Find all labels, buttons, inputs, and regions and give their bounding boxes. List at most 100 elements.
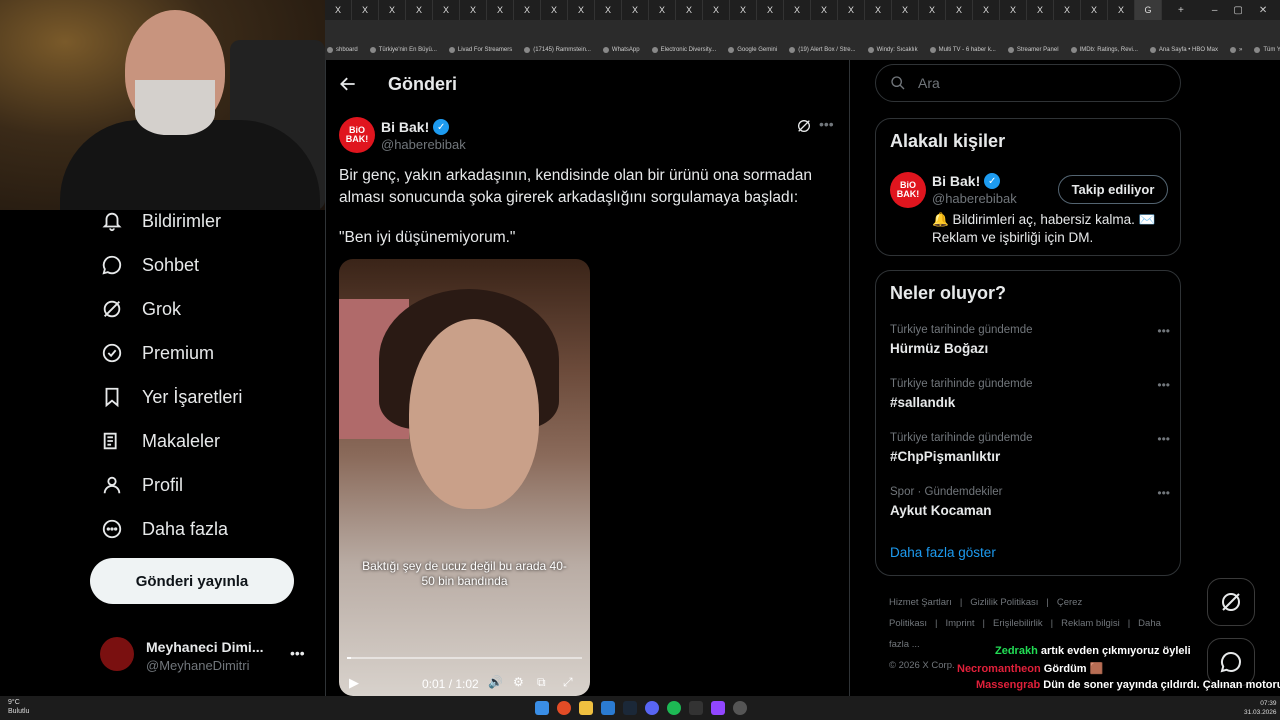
related-person-handle[interactable]: @haberebibak bbox=[932, 191, 1017, 206]
twitch-icon[interactable] bbox=[711, 701, 725, 715]
footer-link[interactable]: Erişilebilirlik bbox=[993, 618, 1043, 629]
discord-icon[interactable] bbox=[645, 701, 659, 715]
bookmark-item[interactable]: (19) Alert Box / Stre... bbox=[789, 47, 856, 53]
search-input[interactable]: Ara bbox=[918, 75, 940, 91]
maximize-button[interactable]: ▢ bbox=[1233, 5, 1242, 16]
related-person-name-text[interactable]: Bi Bak! bbox=[932, 173, 980, 189]
nav-item-bildirimler[interactable]: Bildirimler bbox=[100, 206, 221, 236]
bookmark-item[interactable]: Ana Sayfa • HBO Max bbox=[1149, 47, 1218, 53]
browser-tab[interactable]: X bbox=[838, 0, 865, 20]
bookmark-item[interactable]: Türkiye'nin En Büyü... bbox=[369, 47, 437, 53]
nav-item-premium[interactable]: Premium bbox=[100, 338, 214, 368]
bookmark-item[interactable]: IMDb: Ratings, Revi... bbox=[1070, 47, 1138, 53]
footer-link[interactable]: Gizlilik Politikası bbox=[970, 597, 1038, 608]
related-person-name[interactable]: Bi Bak! ✓ bbox=[932, 173, 1001, 189]
app-icon[interactable] bbox=[601, 701, 615, 715]
bookmark-item[interactable]: Multi TV - 6 haber k... bbox=[929, 47, 996, 53]
footer-link[interactable]: Hizmet Şartları bbox=[889, 597, 952, 608]
nav-item-yer-i̇şaretleri[interactable]: Yer İşaretleri bbox=[100, 382, 242, 412]
trend-item[interactable]: Türkiye tarihinde gündemde #ChpPişmanlık… bbox=[890, 432, 1170, 464]
browser-tab[interactable]: X bbox=[784, 0, 811, 20]
system-clock[interactable]: 07:39 31.03.2026 bbox=[1244, 699, 1277, 717]
browser-tab[interactable]: X bbox=[811, 0, 838, 20]
browser-tab[interactable]: X bbox=[514, 0, 541, 20]
trend-name[interactable]: Aykut Kocaman bbox=[890, 503, 1170, 518]
fullscreen-icon[interactable]: ⤢ bbox=[563, 675, 579, 691]
browser-tab[interactable]: X bbox=[649, 0, 676, 20]
footer-link[interactable]: Reklam bilgisi bbox=[1061, 618, 1120, 629]
browser-tab[interactable]: X bbox=[541, 0, 568, 20]
play-icon[interactable]: ▶ bbox=[349, 675, 359, 691]
nav-item-sohbet[interactable]: Sohbet bbox=[100, 250, 199, 280]
trend-name[interactable]: #sallandık bbox=[890, 395, 1170, 410]
browser-tab[interactable]: X bbox=[595, 0, 622, 20]
tweet-avatar[interactable]: BiO BAK! bbox=[339, 117, 375, 153]
chrome-icon[interactable] bbox=[557, 701, 571, 715]
new-tab-button[interactable]: + bbox=[1178, 5, 1184, 16]
bookmark-item[interactable]: Electronic Diversity... bbox=[651, 47, 716, 53]
bookmark-item[interactable]: Streamer Panel bbox=[1007, 47, 1059, 53]
weather-widget[interactable]: 9°C Bulutlu bbox=[8, 698, 29, 716]
browser-tab[interactable]: X bbox=[892, 0, 919, 20]
bookmark-item[interactable]: Google Gemini bbox=[728, 47, 777, 53]
trend-item[interactable]: Türkiye tarihinde gündemde #sallandık ••… bbox=[890, 378, 1170, 410]
browser-tab[interactable]: X bbox=[865, 0, 892, 20]
browser-tab[interactable]: X bbox=[703, 0, 730, 20]
epic-games-icon[interactable] bbox=[689, 701, 703, 715]
steam-icon[interactable] bbox=[623, 701, 637, 715]
picture-in-picture-icon[interactable]: ⧉ bbox=[537, 675, 553, 691]
back-arrow-icon[interactable] bbox=[338, 74, 358, 94]
browser-tab[interactable]: X bbox=[1027, 0, 1054, 20]
bookmark-item[interactable]: » bbox=[1230, 47, 1242, 53]
browser-tab[interactable]: X bbox=[379, 0, 406, 20]
app-icon[interactable] bbox=[733, 701, 747, 715]
browser-tab[interactable]: X bbox=[757, 0, 784, 20]
minimize-button[interactable]: – bbox=[1212, 5, 1218, 16]
close-button[interactable]: ✕ bbox=[1259, 5, 1267, 16]
browser-tab[interactable]: X bbox=[568, 0, 595, 20]
spotify-icon[interactable] bbox=[667, 701, 681, 715]
tweet-author-handle[interactable]: @haberebibak bbox=[381, 137, 466, 152]
show-more-link[interactable]: Daha fazla göster bbox=[890, 545, 996, 560]
tweet-author-name-text[interactable]: Bi Bak! bbox=[381, 119, 429, 135]
tweet-more-icon[interactable]: ••• bbox=[819, 116, 834, 132]
browser-tab[interactable]: X bbox=[352, 0, 379, 20]
trend-more-icon[interactable]: ••• bbox=[1157, 324, 1170, 338]
nav-item-grok[interactable]: Grok bbox=[100, 294, 181, 324]
browser-tab[interactable]: X bbox=[946, 0, 973, 20]
file-explorer-icon[interactable] bbox=[579, 701, 593, 715]
trend-item[interactable]: Spor · Gündemdekiler Aykut Kocaman ••• bbox=[890, 486, 1170, 518]
browser-tab[interactable]: X bbox=[433, 0, 460, 20]
search-box[interactable]: Ara bbox=[875, 64, 1181, 102]
account-more-icon[interactable]: ••• bbox=[290, 645, 305, 661]
browser-tab[interactable]: X bbox=[1081, 0, 1108, 20]
browser-tab[interactable]: X bbox=[325, 0, 352, 20]
windows-start-icon[interactable] bbox=[535, 701, 549, 715]
tweet-video[interactable]: Baktığı şey de ucuz değil bu arada 40-50… bbox=[339, 259, 590, 696]
bookmark-item[interactable]: shboard bbox=[327, 47, 358, 53]
nav-item-profil[interactable]: Profil bbox=[100, 470, 183, 500]
account-switcher[interactable]: Meyhaneci Dimi... @MeyhaneDimitri ••• bbox=[100, 635, 315, 679]
trend-name[interactable]: #ChpPişmanlıktır bbox=[890, 449, 1170, 464]
trend-more-icon[interactable]: ••• bbox=[1157, 432, 1170, 446]
bookmark-item[interactable]: Tüm Yer İşaretleri bbox=[1254, 47, 1280, 53]
grok-fab-button[interactable] bbox=[1207, 578, 1255, 626]
browser-tab[interactable]: X bbox=[730, 0, 757, 20]
browser-tab[interactable]: X bbox=[622, 0, 649, 20]
browser-tab[interactable]: X bbox=[460, 0, 487, 20]
browser-tab[interactable]: X bbox=[1000, 0, 1027, 20]
post-button[interactable]: Gönderi yayınla bbox=[90, 558, 294, 604]
nav-item-makaleler[interactable]: Makaleler bbox=[100, 426, 220, 456]
volume-icon[interactable]: 🔊 bbox=[488, 675, 504, 691]
trend-more-icon[interactable]: ••• bbox=[1157, 378, 1170, 392]
browser-tab[interactable]: X bbox=[676, 0, 703, 20]
trend-more-icon[interactable]: ••• bbox=[1157, 486, 1170, 500]
video-progress-bar[interactable] bbox=[347, 657, 582, 659]
related-person-avatar[interactable]: BiO BAK! bbox=[890, 172, 926, 208]
footer-link[interactable]: Imprint bbox=[945, 618, 974, 629]
browser-tab[interactable]: X bbox=[919, 0, 946, 20]
bookmark-item[interactable]: (17145) Rammstein... bbox=[524, 47, 591, 53]
tweet-author-name[interactable]: Bi Bak! ✓ bbox=[381, 119, 450, 135]
browser-tab[interactable]: X bbox=[406, 0, 433, 20]
browser-tab[interactable]: X bbox=[487, 0, 514, 20]
